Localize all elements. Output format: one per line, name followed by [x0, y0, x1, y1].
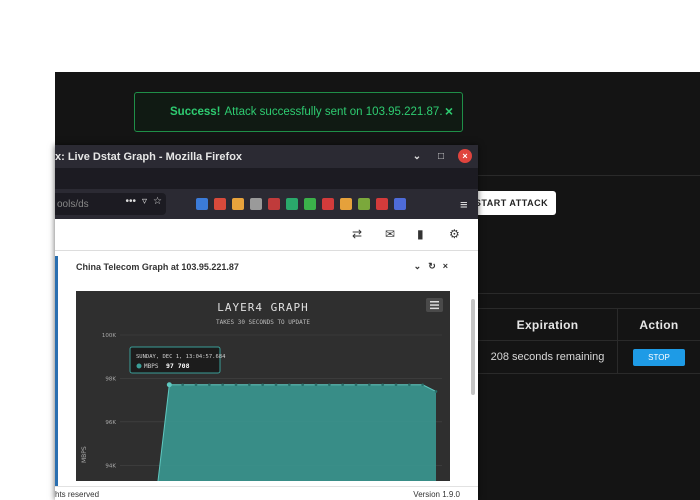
data-point[interactable] [354, 383, 358, 387]
data-point[interactable] [328, 383, 331, 387]
hamburger-menu-icon[interactable]: ≡ [460, 197, 468, 212]
stop-button[interactable]: STOP [633, 348, 685, 366]
extension-icon[interactable] [340, 198, 352, 210]
data-point[interactable] [248, 383, 251, 387]
table-row: 208 seconds remaining STOP [478, 341, 700, 374]
y-tick-label: 98K [105, 376, 116, 382]
action-cell: STOP [618, 341, 700, 373]
tooltip-date: SUNDAY, DEC 1, 13:04:57.684 [136, 354, 226, 360]
close-window-icon[interactable]: × [458, 149, 472, 163]
extension-icon[interactable] [394, 198, 406, 210]
series-area [156, 384, 436, 498]
y-tick-label: 94K [105, 463, 116, 469]
tooltip-series-label: MBPS [144, 363, 159, 370]
data-point[interactable] [274, 383, 278, 387]
header-action: Action [639, 317, 679, 332]
minimize-icon[interactable]: ⌄ [410, 149, 424, 163]
data-point[interactable] [301, 383, 304, 387]
data-point[interactable] [208, 383, 211, 387]
page-footer: hts reserved Version 1.9.0 [55, 486, 478, 500]
data-point[interactable] [421, 383, 424, 387]
data-point[interactable] [261, 383, 264, 387]
data-point[interactable] [314, 383, 318, 387]
extension-icon[interactable] [322, 198, 334, 210]
menu-icon[interactable] [426, 298, 443, 312]
sidebar-edge [55, 256, 58, 486]
data-point[interactable] [394, 383, 398, 387]
window-title: x: Live Dstat Graph - Mozilla Firefox [55, 150, 243, 163]
success-toast: Success! Attack successfully sent on 103… [134, 92, 463, 132]
extension-icon[interactable] [286, 198, 298, 210]
window-titlebar[interactable]: x: Live Dstat Graph - Mozilla Firefox ⌄ … [55, 145, 478, 168]
url-actions: ••• ▿ ☆ [125, 196, 162, 207]
page-toolbar: ⇄ ✉ ▮ ⚙ [55, 219, 478, 251]
data-point[interactable] [368, 383, 371, 387]
navigation-toolbar: ools/ds ••• ▿ ☆ ≡ [55, 189, 478, 219]
start-attack-button[interactable]: START ATTACK [467, 191, 556, 215]
extension-icon[interactable] [232, 198, 244, 210]
tab-strip [55, 168, 478, 189]
url-bar[interactable]: ools/ds ••• ▿ ☆ [55, 193, 166, 215]
data-point[interactable] [194, 383, 198, 387]
extension-icon[interactable] [268, 198, 280, 210]
extension-icon[interactable] [376, 198, 388, 210]
chart-subtitle: TAKES 30 SECONDS TO UPDATE [216, 319, 310, 326]
data-point[interactable] [408, 383, 411, 387]
extension-icon[interactable] [250, 198, 262, 210]
header-expiration: Expiration [478, 309, 618, 340]
data-point[interactable] [434, 390, 438, 393]
footer-version: Version 1.9.0 [413, 490, 460, 499]
toast-message: Attack successfully sent on 103.95.221.8… [224, 106, 443, 118]
y-tick-label: 96K [105, 420, 116, 426]
close-icon[interactable]: × [445, 103, 453, 119]
bookmark-star-icon[interactable]: ☆ [153, 196, 162, 207]
extension-icon[interactable] [358, 198, 370, 210]
pocket-icon[interactable]: ▿ [142, 196, 147, 207]
layer4-chart: LAYER4 GRAPH TAKES 30 SECONDS TO UPDATE … [76, 291, 450, 498]
collapse-icon[interactable]: ⌄ [414, 261, 422, 272]
panel-title: China Telecom Graph at 103.95.221.87 [76, 262, 239, 272]
scrollbar[interactable] [471, 299, 475, 395]
data-point[interactable] [234, 383, 238, 387]
url-text: ools/ds [57, 198, 89, 210]
extension-icon[interactable] [304, 198, 316, 210]
maximize-icon[interactable]: □ [434, 149, 448, 163]
panel-controls: ⌄ ↻ × [414, 261, 448, 272]
footer-copyright: hts reserved [55, 490, 100, 499]
y-axis-label: MBPS [81, 446, 88, 463]
data-point[interactable] [381, 383, 384, 387]
screen: Success! Attack successfully sent on 103… [0, 0, 700, 500]
extension-icons [196, 198, 406, 210]
data-point[interactable] [181, 383, 184, 387]
toast-strong: Success! [170, 106, 221, 118]
divider [475, 175, 700, 176]
settings-gear-icon[interactable]: ⚙ [449, 227, 460, 241]
chart-title: LAYER4 GRAPH [217, 301, 308, 314]
more-icon[interactable]: ••• [125, 196, 136, 207]
y-tick-label: 100K [102, 333, 116, 339]
tooltip-value: 97 708 [166, 362, 190, 370]
close-panel-icon[interactable]: × [443, 261, 448, 272]
refresh-icon[interactable]: ⇄ [352, 227, 362, 241]
data-point[interactable] [166, 382, 172, 388]
data-point[interactable] [221, 383, 224, 387]
extension-icon[interactable] [196, 198, 208, 210]
divider [475, 293, 700, 294]
chart-svg: LAYER4 GRAPH TAKES 30 SECONDS TO UPDATE … [81, 298, 443, 498]
data-point[interactable] [288, 383, 291, 387]
mail-icon[interactable]: ✉ [385, 227, 395, 241]
data-point[interactable] [341, 383, 344, 387]
reload-icon[interactable]: ↻ [428, 261, 436, 272]
page-content: ⇄ ✉ ▮ ⚙ China Telecom Graph at 103.95.22… [55, 219, 478, 500]
chart-tooltip: SUNDAY, DEC 1, 13:04:57.684 MBPS 97 708 [129, 346, 226, 374]
firefox-window: x: Live Dstat Graph - Mozilla Firefox ⌄ … [55, 145, 478, 500]
window-controls: ⌄ □ × [410, 149, 472, 163]
book-icon[interactable]: ▮ [417, 227, 424, 241]
extension-icon[interactable] [214, 198, 226, 210]
expiration-cell: 208 seconds remaining [478, 341, 618, 373]
table-header: Expiration Action [478, 308, 700, 341]
